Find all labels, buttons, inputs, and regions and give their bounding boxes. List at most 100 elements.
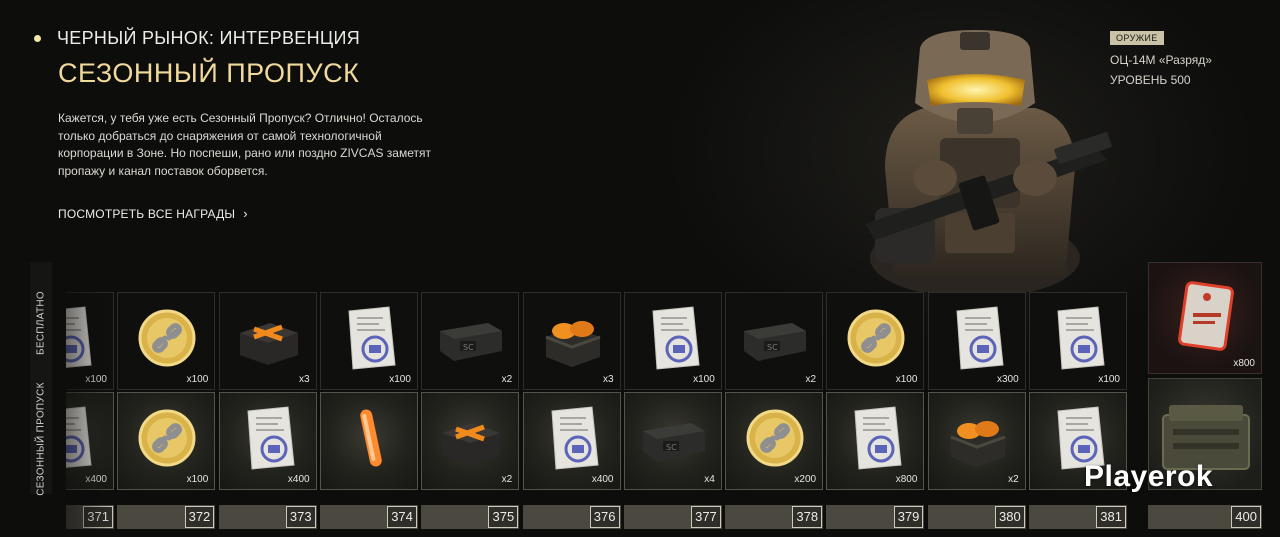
level-cell: 380 [927, 505, 1026, 529]
character-soldier-image [865, 30, 1112, 292]
orange-open-box-icon [943, 403, 1013, 473]
free-reward-qty: x100 [186, 374, 209, 385]
view-all-rewards-label: ПОСМОТРЕТЬ ВСЕ НАГРАДЫ [58, 206, 236, 221]
level-cell: 371 [66, 505, 114, 529]
special-level-cell: 400 [1148, 505, 1262, 529]
paper-icon [234, 403, 304, 473]
bullet-dot-icon [34, 35, 41, 42]
free-reward-cell[interactable]: x300 [927, 292, 1026, 390]
free-reward-cell[interactable]: x3 [218, 292, 317, 390]
season-header: ЧЕРНЫЙ РЫНОК: ИНТЕРВЕНЦИЯ [34, 28, 360, 49]
pass-reward-cell[interactable]: x800 [826, 392, 925, 490]
svg-text:SC: SC [767, 343, 778, 352]
level-number: 379 [893, 506, 924, 528]
view-all-rewards-link[interactable]: ПОСМОТРЕТЬ ВСЕ НАГРАДЫ › [58, 206, 248, 221]
pass-track-label: СЕЗОННЫЙ ПРОПУСК [30, 382, 52, 496]
pass-reward-cell[interactable]: x200 [725, 392, 824, 490]
paper-icon [1044, 303, 1114, 373]
weapon-unlock-level: УРОВЕНЬ 500 [1110, 73, 1191, 87]
season-title: ЧЕРНЫЙ РЫНОК: ИНТЕРВЕНЦИЯ [57, 28, 361, 48]
chevron-right-icon: › [243, 206, 248, 221]
pass-reward-cell[interactable]: SC x4 [623, 392, 722, 490]
pass-reward-qty: x400 [591, 474, 614, 485]
free-reward-cell[interactable]: x3 [522, 292, 621, 390]
coin-icon [132, 303, 202, 373]
free-reward-qty: x100 [389, 374, 411, 385]
level-cell: 376 [522, 505, 621, 529]
free-reward-cell[interactable]: x100 [117, 292, 216, 390]
level-strip: 371 372 373 374 375 376 377 378 379 380 381 [66, 505, 1128, 529]
free-reward-qty: x300 [997, 374, 1019, 385]
pass-reward-cell[interactable] [319, 392, 418, 490]
level-number: 375 [488, 506, 519, 528]
level-number: 380 [994, 506, 1025, 528]
pass-reward-qty: x2 [501, 474, 513, 485]
level-cell: 374 [319, 505, 418, 529]
level-cell: 379 [826, 505, 925, 529]
free-reward-qty: x100 [895, 374, 918, 385]
paper-icon [66, 303, 101, 373]
free-reward-cell[interactable]: x100 [623, 292, 722, 390]
paper-icon [639, 303, 709, 373]
free-reward-qty: x100 [85, 374, 107, 385]
description: Кажется, у тебя уже есть Сезонный Пропус… [58, 111, 431, 178]
level-number: 373 [285, 506, 316, 528]
pass-reward-cell[interactable]: x100 [117, 392, 216, 490]
coin-icon [740, 403, 810, 473]
free-reward-qty: x3 [602, 374, 614, 385]
pass-rewards-row: x400 x100 x400 x2 x400 SC x4 x200 x800 x2 [66, 392, 1128, 490]
paper-icon [943, 303, 1013, 373]
level-number: 376 [589, 506, 620, 528]
pass-reward-qty: x200 [794, 474, 817, 485]
orange-box-icon [436, 403, 506, 473]
pass-reward-cell[interactable]: x400 [218, 392, 317, 490]
free-track-label: БЕСПЛАТНО [30, 262, 52, 384]
free-track-label-text: БЕСПЛАТНО [35, 291, 47, 355]
pass-reward-cell[interactable]: x2 [421, 392, 520, 490]
free-reward-qty: x2 [805, 374, 817, 385]
svg-text:SC: SC [666, 443, 677, 452]
free-reward-cell[interactable]: x100 [66, 292, 114, 390]
free-reward-cell[interactable]: SC x2 [725, 292, 824, 390]
level-cell: 378 [725, 505, 824, 529]
level-cell: 373 [218, 505, 317, 529]
free-reward-qty: x3 [299, 374, 310, 385]
orange-box-icon [234, 303, 304, 373]
special-free-qty: x800 [1233, 358, 1255, 369]
glowstick-icon [335, 403, 405, 473]
level-number: 378 [792, 506, 823, 528]
crate-icon: SC [436, 303, 506, 373]
pass-reward-cell[interactable]: x2 [927, 392, 1026, 490]
level-number: 374 [387, 506, 417, 528]
paper-icon [66, 403, 101, 473]
weapon-name: ОЦ-14М «Разряд» [1110, 53, 1212, 67]
level-cell: 381 [1029, 505, 1127, 529]
level-cell: 375 [421, 505, 520, 529]
free-reward-cell[interactable]: x100 [1029, 292, 1127, 390]
free-reward-qty: x100 [1098, 374, 1120, 385]
level-number: 381 [1096, 506, 1126, 528]
level-cell: 372 [117, 505, 216, 529]
pass-reward-qty: x400 [287, 474, 310, 485]
free-reward-cell[interactable]: x100 [319, 292, 418, 390]
level-number: 372 [184, 506, 215, 528]
free-reward-cell[interactable]: x100 [826, 292, 925, 390]
pass-reward-cell[interactable]: x400 [66, 392, 114, 490]
level-number: 371 [83, 506, 113, 528]
crate-icon: SC [639, 403, 709, 473]
pass-reward-qty: x800 [895, 474, 918, 485]
paper-icon [335, 303, 405, 373]
special-level-number: 400 [1231, 506, 1261, 528]
pass-reward-qty: x4 [704, 474, 715, 485]
special-free-reward[interactable]: x800 [1148, 262, 1262, 374]
pass-reward-qty: x2 [1008, 474, 1019, 485]
level-cell: 377 [623, 505, 722, 529]
svg-text:SC: SC [463, 343, 474, 352]
free-reward-qty: x2 [501, 374, 513, 385]
pass-reward-cell[interactable]: x400 [522, 392, 621, 490]
free-rewards-row: x100 x100 x3 x100 SC x2 x3 x100 SC x2 x100 x300 x100 [66, 292, 1128, 390]
coin-icon [132, 403, 202, 473]
level-number: 377 [691, 506, 721, 528]
coin-icon [841, 303, 911, 373]
free-reward-cell[interactable]: SC x2 [421, 292, 520, 390]
